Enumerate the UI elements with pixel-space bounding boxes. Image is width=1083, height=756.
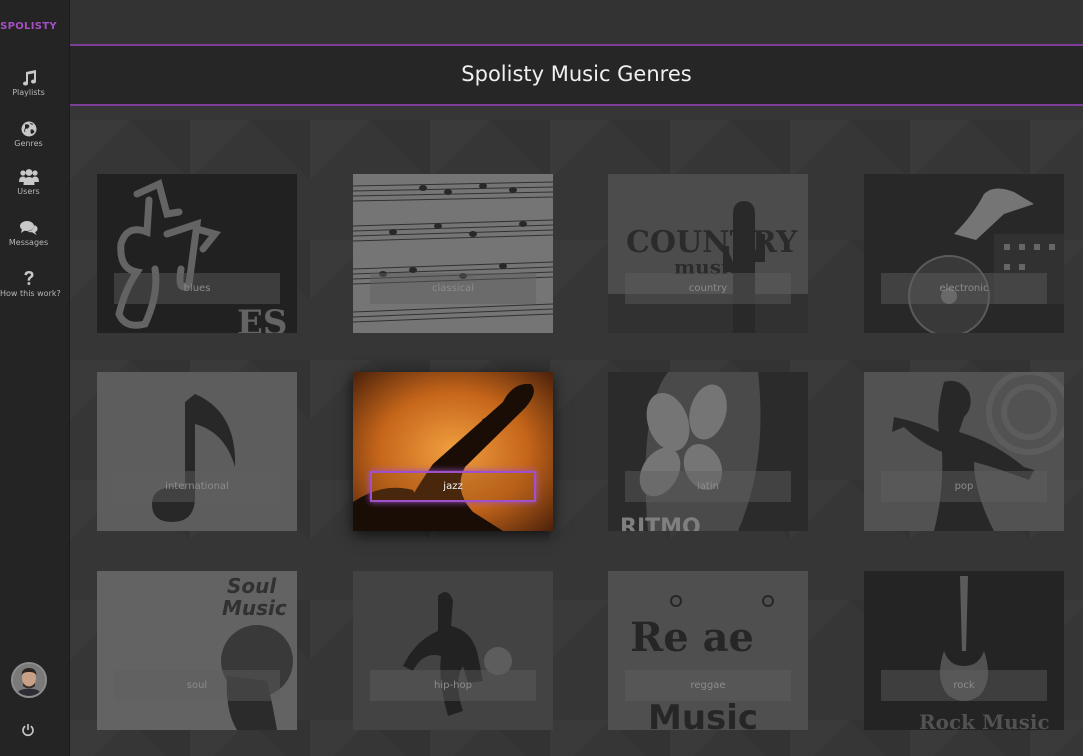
- genre-label: rock: [881, 670, 1047, 701]
- sidebar-item-playlists[interactable]: Playlists: [0, 69, 57, 97]
- avatar-image: [13, 664, 45, 696]
- genre-label: latin: [625, 471, 791, 502]
- genre-card-jazz[interactable]: jazz: [353, 372, 553, 531]
- genre-card-international[interactable]: international: [97, 372, 297, 531]
- genre-label: jazz: [370, 471, 536, 502]
- genre-card-pop[interactable]: pop: [864, 372, 1064, 531]
- genre-label: electronic: [881, 273, 1047, 304]
- sidebar: SPOLISTY Playlists Genres Users Messages…: [0, 0, 70, 756]
- title-bar: Spolisty Music Genres: [70, 46, 1083, 106]
- card-overlay: [97, 174, 297, 333]
- genre-label: pop: [881, 471, 1047, 502]
- top-bar: [70, 0, 1083, 46]
- genre-card-rock[interactable]: Rock Music rock: [864, 571, 1064, 730]
- genre-label: classical: [370, 273, 536, 304]
- sidebar-item-label: Playlists: [12, 88, 45, 97]
- card-overlay: [97, 571, 297, 730]
- brand-logo[interactable]: SPOLISTY: [0, 21, 57, 32]
- genre-label: blues: [114, 273, 280, 304]
- sidebar-item-messages[interactable]: Messages: [0, 219, 57, 247]
- sidebar-item-genres[interactable]: Genres: [0, 120, 57, 148]
- genre-card-blues[interactable]: ES blues: [97, 174, 297, 333]
- card-overlay: [608, 372, 808, 531]
- genre-label: soul: [114, 670, 280, 701]
- trumpet-artwork: [353, 372, 553, 531]
- genre-card-reggae[interactable]: Re ae Music reggae: [608, 571, 808, 730]
- main-content: Spolisty Music Genres ES blues classical…: [70, 0, 1083, 756]
- genre-card-soul[interactable]: Soul Music soul: [97, 571, 297, 730]
- power-icon[interactable]: [21, 723, 35, 737]
- sidebar-item-label: How this work?: [0, 289, 61, 298]
- users-icon: [18, 169, 39, 185]
- globe-icon: [21, 121, 36, 137]
- genre-card-country[interactable]: COUNTRY music country: [608, 174, 808, 333]
- page-title: Spolisty Music Genres: [461, 62, 692, 86]
- card-overlay: [353, 174, 553, 333]
- sidebar-item-label: Messages: [8, 238, 49, 247]
- genre-card-classical[interactable]: classical: [353, 174, 553, 333]
- genre-label: international: [114, 471, 280, 502]
- sidebar-item-users[interactable]: Users: [0, 168, 57, 196]
- genre-card-hip-hop[interactable]: hip-hop: [353, 571, 553, 730]
- genre-card-latin[interactable]: RITMO latin: [608, 372, 808, 531]
- card-overlay: [353, 571, 553, 730]
- card-overlay: [97, 372, 297, 531]
- comments-icon: [19, 221, 38, 235]
- card-overlay: [608, 571, 808, 730]
- sidebar-item-label: Users: [17, 187, 40, 196]
- card-overlay: [864, 174, 1064, 333]
- user-avatar[interactable]: [11, 662, 47, 698]
- genre-label: hip-hop: [370, 670, 536, 701]
- question-icon: [24, 271, 33, 285]
- genre-card-electronic[interactable]: electronic: [864, 174, 1064, 333]
- music-note-icon: [22, 70, 36, 86]
- sidebar-item-how-it-works[interactable]: How this work?: [0, 270, 61, 298]
- genre-label: reggae: [625, 670, 791, 701]
- genre-label: country: [625, 273, 791, 304]
- card-overlay: [864, 372, 1064, 531]
- card-overlay: [864, 571, 1064, 730]
- sidebar-item-label: Genres: [14, 139, 43, 148]
- card-overlay: [608, 174, 808, 333]
